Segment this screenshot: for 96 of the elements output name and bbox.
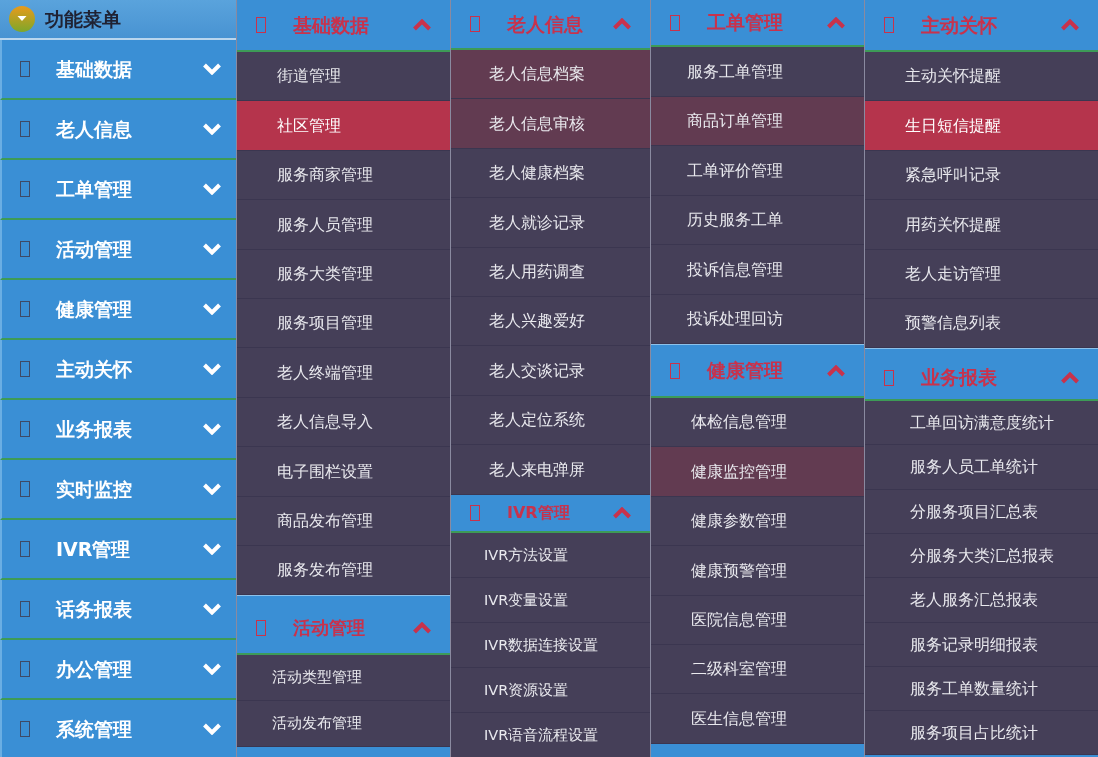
submenu-item[interactable]: 活动发布管理 xyxy=(237,701,450,747)
submenu-item[interactable]: 商品订单管理 xyxy=(651,97,864,146)
submenu-item[interactable]: 老人交谈记录 xyxy=(451,346,650,396)
submenu-item[interactable]: 投诉处理回访 xyxy=(651,295,864,344)
submenu-item[interactable]: 工单评价管理 xyxy=(651,146,864,196)
submenu-item[interactable]: 老人终端管理 xyxy=(237,348,450,398)
rectangle-icon xyxy=(256,17,266,33)
submenu-item[interactable]: 用药关怀提醒 xyxy=(865,200,1098,250)
submenu-item[interactable]: 预警信息列表 xyxy=(865,299,1098,348)
submenu-item[interactable]: 街道管理 xyxy=(237,52,450,101)
rectangle-icon xyxy=(20,181,30,197)
rectangle-icon xyxy=(20,601,30,617)
rectangle-icon xyxy=(20,481,30,497)
submenu-item[interactable]: 服务记录明细报表 xyxy=(865,623,1098,667)
submenu-item[interactable]: 服务大类管理 xyxy=(237,250,450,299)
chevron-up-icon xyxy=(412,622,432,634)
chevron-up-icon xyxy=(612,18,632,30)
chevron-up-icon xyxy=(412,19,432,31)
submenu-item[interactable]: 活动类型管理 xyxy=(237,655,450,701)
submenu-item[interactable]: 老人来电弹屏 xyxy=(451,445,650,495)
submenu-item[interactable]: 老人信息审核 xyxy=(451,99,650,149)
chevron-down-icon xyxy=(202,483,222,495)
chevron-down-icon xyxy=(202,603,222,615)
submenu-item[interactable]: 健康参数管理 xyxy=(651,497,864,546)
submenu-item[interactable]: 紧急呼叫记录 xyxy=(865,151,1098,200)
rectangle-icon xyxy=(670,362,680,379)
menu-title: 功能菜单 xyxy=(45,9,121,29)
submenu-item[interactable]: 主动关怀提醒 xyxy=(865,52,1098,101)
chevron-down-icon xyxy=(202,123,222,135)
rectangle-icon xyxy=(20,361,30,377)
chevron-up-icon xyxy=(1060,371,1080,384)
submenu-item[interactable]: 社区管理 xyxy=(237,101,450,151)
submenu-item[interactable]: 投诉信息管理 xyxy=(651,245,864,295)
submenu-item[interactable]: 老人就诊记录 xyxy=(451,198,650,248)
dropdown-icon xyxy=(9,6,35,32)
submenu-item[interactable]: IVR方法设置 xyxy=(451,533,650,578)
chevron-up-icon xyxy=(1060,19,1080,31)
chevron-down-icon xyxy=(202,183,222,195)
chevron-up-icon xyxy=(826,364,846,377)
submenu-item[interactable]: 健康预警管理 xyxy=(651,546,864,596)
submenu-item[interactable]: 服务人员工单统计 xyxy=(865,445,1098,490)
rectangle-icon xyxy=(884,17,894,33)
rectangle-icon xyxy=(20,121,30,137)
chevron-down-icon xyxy=(202,303,222,315)
submenu-item[interactable]: 服务工单数量统计 xyxy=(865,667,1098,711)
chevron-up-icon xyxy=(612,507,632,519)
chevron-down-icon xyxy=(202,363,222,375)
chevron-down-icon xyxy=(202,723,222,735)
rectangle-icon xyxy=(20,61,30,77)
submenu-item[interactable]: 分服务大类汇总报表 xyxy=(865,534,1098,578)
chevron-down-icon xyxy=(202,423,222,435)
submenu-item[interactable]: 商品发布管理 xyxy=(237,497,450,546)
chevron-up-icon xyxy=(826,16,846,29)
submenu-item[interactable]: 电子围栏设置 xyxy=(237,447,450,497)
submenu-item[interactable]: IVR变量设置 xyxy=(451,578,650,623)
submenu-item[interactable]: 服务发布管理 xyxy=(237,546,450,595)
rectangle-icon xyxy=(20,421,30,437)
submenu-item[interactable]: 老人走访管理 xyxy=(865,250,1098,299)
submenu-item[interactable]: 健康监控管理 xyxy=(651,447,864,497)
chevron-down-icon xyxy=(202,543,222,555)
chevron-down-icon xyxy=(202,63,222,75)
submenu-item[interactable]: 服务工单管理 xyxy=(651,47,864,97)
rectangle-icon xyxy=(20,721,30,737)
submenu-item[interactable]: 服务商家管理 xyxy=(237,151,450,200)
submenu-item[interactable]: 老人信息导入 xyxy=(237,398,450,447)
rectangle-icon xyxy=(20,241,30,257)
submenu-item[interactable]: 老人用药调查 xyxy=(451,248,650,297)
submenu-item[interactable]: IVR数据连接设置 xyxy=(451,623,650,668)
submenu-item[interactable]: IVR资源设置 xyxy=(451,668,650,713)
submenu-item[interactable]: 二级科室管理 xyxy=(651,645,864,694)
submenu-item[interactable]: 工单回访满意度统计 xyxy=(865,401,1098,445)
submenu-item[interactable]: 老人健康档案 xyxy=(451,149,650,198)
submenu-item[interactable]: 分服务项目汇总表 xyxy=(865,490,1098,534)
rectangle-icon xyxy=(20,541,30,557)
submenu-item[interactable]: 医院信息管理 xyxy=(651,596,864,645)
submenu-item[interactable]: 服务项目管理 xyxy=(237,299,450,348)
submenu-item[interactable]: 历史服务工单 xyxy=(651,196,864,245)
rectangle-icon xyxy=(670,14,680,31)
submenu-item[interactable]: 服务项目占比统计 xyxy=(865,711,1098,755)
rectangle-icon xyxy=(256,620,266,636)
rectangle-icon xyxy=(470,505,480,521)
rectangle-icon xyxy=(884,369,894,386)
rectangle-icon xyxy=(470,16,480,32)
submenu-item[interactable]: 服务人员管理 xyxy=(237,200,450,250)
rectangle-icon xyxy=(20,301,30,317)
submenu-item[interactable]: 老人信息档案 xyxy=(451,50,650,99)
submenu-item[interactable]: 老人服务汇总报表 xyxy=(865,578,1098,623)
submenu-item[interactable]: 老人定位系统 xyxy=(451,396,650,445)
submenu-item[interactable]: IVR语音流程设置 xyxy=(451,713,650,757)
submenu-item[interactable]: 老人兴趣爱好 xyxy=(451,297,650,346)
submenu-item[interactable]: 医生信息管理 xyxy=(651,694,864,744)
submenu-item[interactable]: 生日短信提醒 xyxy=(865,101,1098,151)
submenu-item[interactable]: 体检信息管理 xyxy=(651,398,864,447)
chevron-down-icon xyxy=(202,663,222,675)
rectangle-icon xyxy=(20,661,30,677)
chevron-down-icon xyxy=(202,243,222,255)
